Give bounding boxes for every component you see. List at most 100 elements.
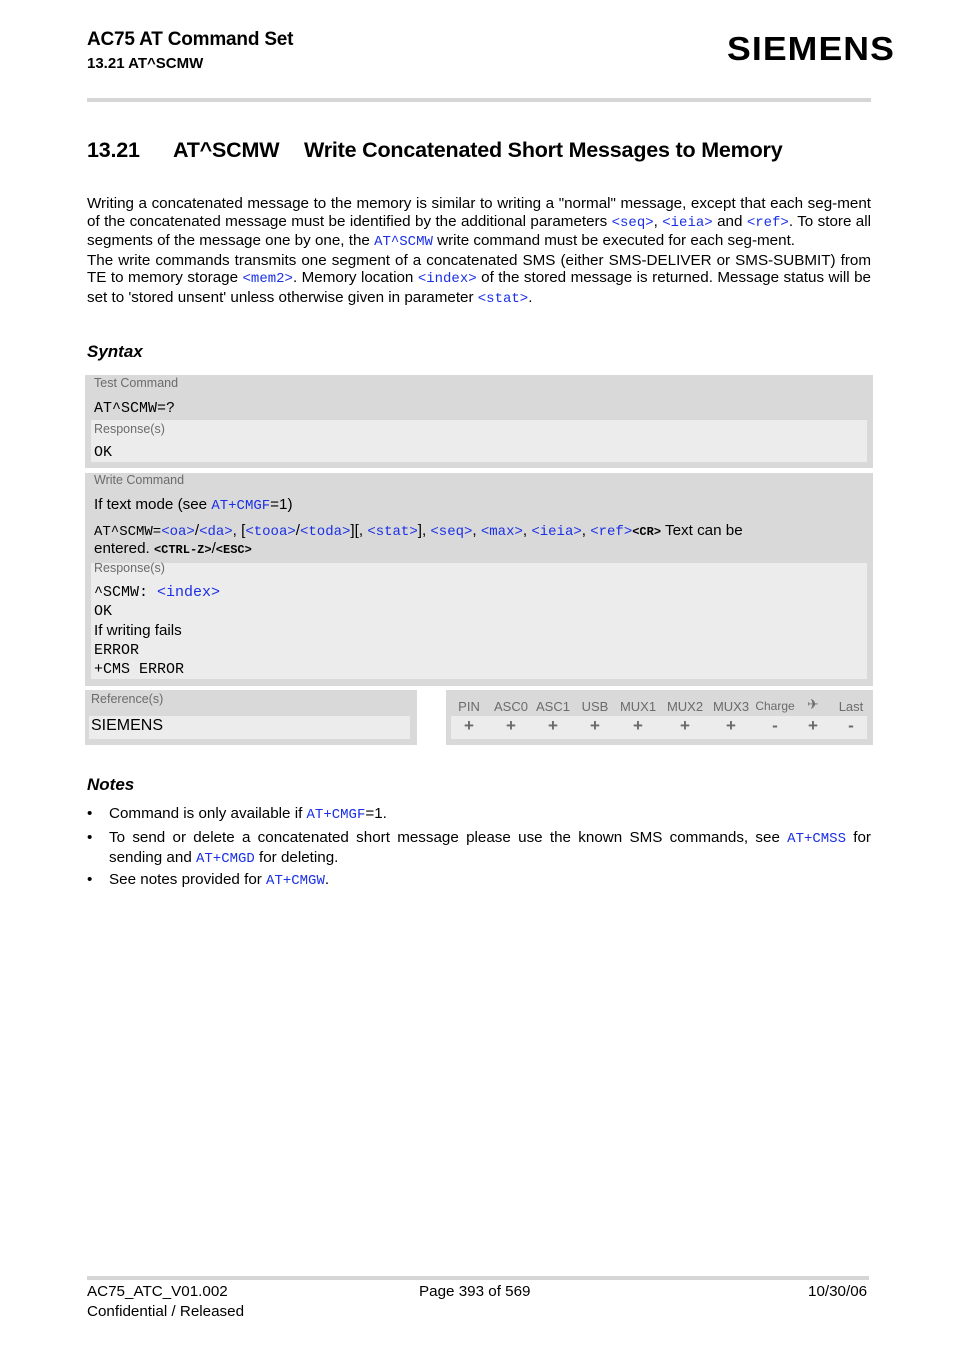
text: If text mode (see [94,496,212,513]
link-at-cmgf[interactable]: AT+CMGF [211,498,270,514]
text: ][, [350,522,368,539]
param-ref[interactable]: <ref> [590,524,632,540]
write-response-area: Response(s) ^SCMW: <index> OK If writing… [91,561,867,679]
param-tooa[interactable]: <tooa> [245,524,295,540]
footer-status: Confidential / Released [87,1303,245,1320]
reference-value-area: SIEMENS [89,716,410,739]
text: entered. [94,540,154,557]
intro-paragraph-2: The write commands transmits one segment… [87,252,871,309]
test-response-label: Response(s) [94,422,165,436]
pin-availability-table: PIN ASC0 ASC1 USB MUX1 MUX2 MUX3 Charge ✈ Last + +… [446,690,873,745]
footer-page-number: Page 393 of 569 [419,1283,531,1300]
link-index[interactable]: <index> [418,271,477,287]
link-at-cmgd[interactable]: AT+CMGD [196,851,255,867]
write-command-syntax: AT^SCMW=<oa>/<da>, [<tooa>/<toda>][, <st… [94,522,743,540]
pin-column-header: Last [838,699,864,714]
write-response-ok: OK [94,603,113,620]
param-stat[interactable]: <stat> [367,524,417,540]
write-command-box: Write Command If text mode (see AT+CMGF=… [85,473,873,686]
text: write command must be executed for each … [432,232,796,250]
command-prefix: AT^SCMW= [94,524,162,540]
write-response-error: ERROR [94,642,140,659]
reference-label: Reference(s) [91,692,164,706]
test-response-area: Response(s) OK [91,420,867,462]
footer-divider [87,1276,869,1280]
link-at-scmw[interactable]: AT^SCMW [374,234,433,250]
param-seq[interactable]: <seq> [430,524,472,540]
write-command-syntax-continued: entered. <CTRL-Z>/<ESC> [94,540,252,557]
note-text: See notes provided for AT+CMGW. [109,871,871,891]
pin-column-header: MUX3 [712,699,750,714]
bullet: • [87,805,93,822]
note-text: To send or delete a concatenated short m… [109,829,871,868]
text: See notes provided for [109,871,267,888]
link-mem2[interactable]: <mem2> [243,271,293,287]
footer-date: 10/30/06 [808,1283,868,1300]
param-max[interactable]: <max> [481,524,523,540]
param-toda[interactable]: <toda> [300,524,350,540]
ctrl-z-token: <CTRL-Z> [153,543,212,557]
bullet: • [87,871,93,888]
test-command-label: Test Command [94,376,179,390]
write-response-scmw: ^SCMW: <index> [94,584,220,601]
text: =1. [365,805,387,822]
text: , [472,522,481,539]
text: and [712,212,747,230]
link-at-cmss[interactable]: AT+CMSS [787,831,846,847]
write-response-fail-condition: If writing fails [94,622,182,639]
text: , [581,522,591,539]
link-ref[interactable]: <ref> [747,215,789,231]
param-oa[interactable]: <oa> [161,524,195,540]
cr-token: <CR> [632,525,662,539]
siemens-logo: SIEMENS [727,30,895,67]
text: Text can be [661,522,743,539]
pin-column-value: + [633,716,643,735]
pin-column-value: - [848,716,854,735]
text: , [653,212,663,230]
link-index[interactable]: <index> [157,584,220,601]
text: ], [417,522,431,539]
document-subtitle: 13.21 AT^SCMW [87,55,204,72]
text: . [324,871,330,888]
text: . [528,288,533,306]
text: ^SCMW: [94,584,158,601]
write-command-label: Write Command [94,473,185,487]
section-title: 13.21 AT^SCMW Write Concatenated Short Mes… [87,138,783,163]
test-command-text: AT^SCMW=? [94,400,176,417]
write-response-label: Response(s) [94,561,165,575]
pin-column-value: + [680,716,690,735]
bullet: • [87,829,93,846]
section-command: AT^SCMW [173,138,280,162]
header-divider [87,98,871,102]
reference-box: Reference(s) SIEMENS [85,690,417,745]
param-da[interactable]: <da> [199,524,233,540]
pin-column-header: MUX1 [619,699,657,714]
text: =1) [270,496,293,513]
intro-text: Writing a concatenated message to the me… [87,195,871,309]
write-mode-condition: If text mode (see AT+CMGF=1) [94,496,293,514]
link-stat[interactable]: <stat> [478,291,528,307]
footer-doc-id: AC75_ATC_V01.002 [87,1283,228,1300]
section-number: 13.21 [87,138,140,162]
link-at-cmgw[interactable]: AT+CMGW [266,873,325,889]
test-command-box: Test Command AT^SCMW=? Response(s) OK [85,375,873,468]
test-response-text: OK [94,444,113,461]
link-seq[interactable]: <seq> [612,215,654,231]
document-title: AC75 AT Command Set [87,29,294,50]
text: . Memory location [292,269,418,287]
param-ieia[interactable]: <ieia> [531,524,581,540]
syntax-heading: Syntax [87,342,143,361]
write-response-cms-error: +CMS ERROR [94,661,185,678]
text: , [ [232,522,246,539]
text: Command is only available if [109,805,307,822]
pin-column-value: + [726,716,736,735]
text: To send or delete a concatenated short m… [109,829,788,846]
notes-heading: Notes [87,775,135,794]
note-text: Command is only available if AT+CMGF=1. [109,805,871,825]
link-at-cmgf[interactable]: AT+CMGF [307,807,366,823]
pin-column-header: MUX2 [666,699,704,714]
text: for deleting. [254,848,339,866]
reference-value: SIEMENS [91,717,164,734]
section-heading: Write Concatenated Short Messages to Mem… [304,138,783,162]
link-ieia[interactable]: <ieia> [662,215,712,231]
